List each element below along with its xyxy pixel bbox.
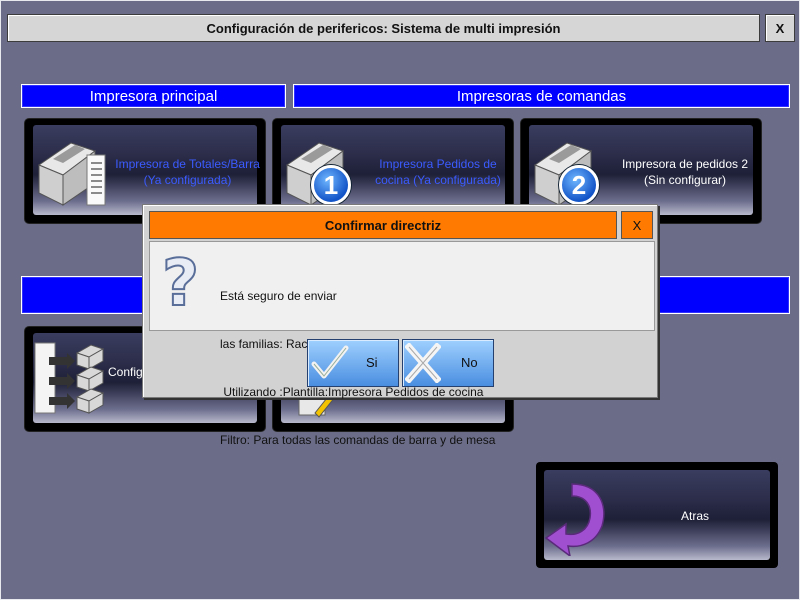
tile-label-line2: (Ya configurada) [143,173,232,187]
no-button-label: No [461,355,478,370]
section-header-second-right [640,276,790,314]
back-arrow-icon [544,483,605,556]
x-icon [405,343,441,383]
window-close-button[interactable]: X [765,14,795,42]
multi-printer-icon [34,342,105,414]
confirm-dialog: Confirmar directriz X ? Está seguro de e… [142,204,658,447]
checkmark-icon [311,345,349,379]
tile-label-line1: Impresora Pedidos de [379,157,497,171]
question-mark-icon: ? [161,247,200,321]
dialog-body: ? Está seguro de enviar las familias: Ra… [149,241,655,447]
message-line: Está seguro de enviar [220,289,337,303]
no-button[interactable]: No [402,339,494,387]
yes-button[interactable]: Si [307,339,399,387]
tile-label-line1: Impresora de pedidos 2 [621,157,749,171]
yes-button-label: Si [366,355,378,370]
dialog-close-button[interactable]: X [621,211,653,239]
dialog-title: Confirmar directriz [149,211,617,239]
tile-label-line2: cocina (Ya configurada) [375,173,501,187]
message-line: Filtro: Para todas las comandas de barra… [220,433,496,447]
tile-label-line2: (Sin configurar) [643,173,727,187]
window-title: Configuración de perifericos: Sistema de… [7,14,760,42]
tile-label-line1: Impresora de Totales/Barra [115,157,260,171]
section-header-comandas: Impresoras de comandas [293,84,790,108]
back-button-label: Atras [681,509,710,523]
number-badge-icon: 2 [559,165,599,205]
section-header-principal: Impresora principal [21,84,286,108]
printer-icon [37,142,106,206]
back-button[interactable]: Atras [536,462,778,568]
number-badge-icon: 1 [311,165,351,205]
